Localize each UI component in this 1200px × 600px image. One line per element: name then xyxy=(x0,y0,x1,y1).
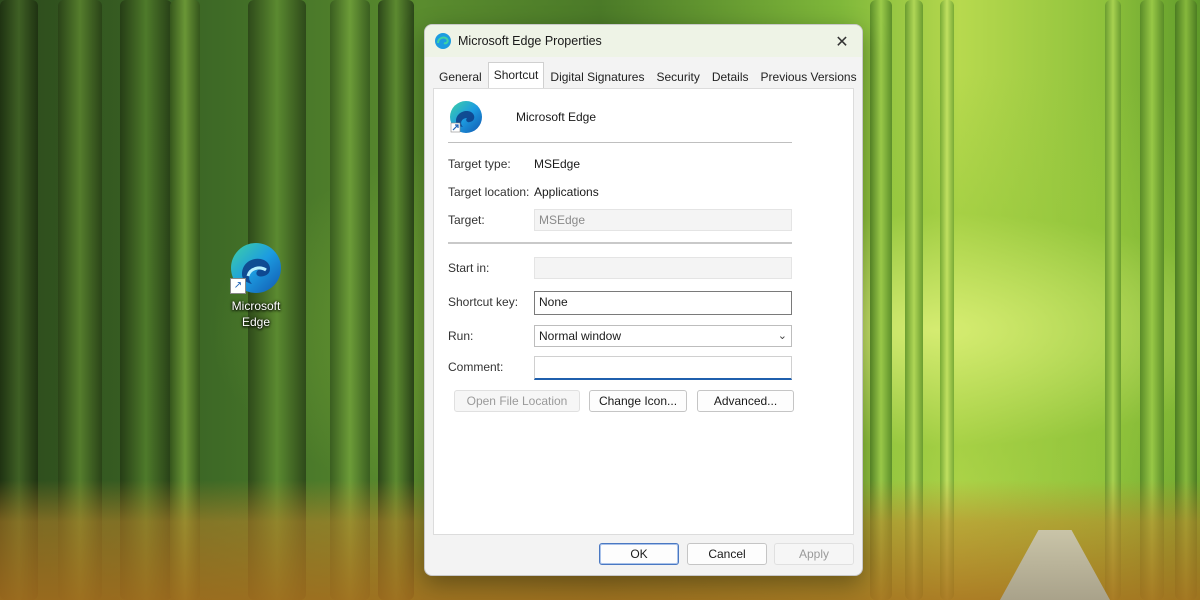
tab-details[interactable]: Details xyxy=(706,65,755,89)
close-button[interactable]: ✕ xyxy=(822,25,862,57)
tab-previous-versions[interactable]: Previous Versions xyxy=(755,65,862,89)
tab-digital-signatures[interactable]: Digital Signatures xyxy=(544,65,650,89)
ok-button[interactable]: OK xyxy=(599,543,679,565)
edge-logo-icon: ↗ xyxy=(228,240,284,296)
title-bar: Microsoft Edge Properties ✕ xyxy=(425,25,862,57)
tab-strip: General Shortcut Digital Signatures Secu… xyxy=(433,62,862,89)
run-label: Run: xyxy=(448,329,474,343)
comment-label: Comment: xyxy=(448,360,504,374)
target-label: Target: xyxy=(448,213,485,227)
advanced-button[interactable]: Advanced... xyxy=(697,390,794,412)
start-in-field[interactable] xyxy=(534,257,792,279)
target-type-label: Target type: xyxy=(448,157,511,171)
apply-button[interactable]: Apply xyxy=(774,543,854,565)
tab-general[interactable]: General xyxy=(433,65,488,89)
run-select[interactable]: Normal window ⌄ xyxy=(534,325,792,347)
edge-logo-icon xyxy=(450,101,482,133)
cancel-button[interactable]: Cancel xyxy=(687,543,767,565)
open-file-location-button[interactable]: Open File Location xyxy=(454,390,580,412)
desktop-icon-label: Microsoft Edge xyxy=(231,299,281,329)
chevron-down-icon: ⌄ xyxy=(777,330,787,342)
tab-security[interactable]: Security xyxy=(650,65,705,89)
properties-dialog: Microsoft Edge Properties ✕ General Shor… xyxy=(424,24,863,576)
target-location-label: Target location: xyxy=(448,185,530,199)
shortcut-key-field[interactable]: None xyxy=(534,291,792,315)
target-type-value: MSEdge xyxy=(534,157,581,171)
shortcut-panel: Microsoft Edge Target type: MSEdge Targe… xyxy=(433,88,854,535)
edge-logo-icon xyxy=(435,33,451,49)
dialog-title: Microsoft Edge Properties xyxy=(458,34,602,48)
shortcut-arrow-icon: ↗ xyxy=(230,278,246,294)
separator xyxy=(448,142,792,143)
target-field[interactable]: MSEdge xyxy=(534,209,792,231)
shortcut-key-label: Shortcut key: xyxy=(448,295,519,309)
tab-shortcut[interactable]: Shortcut xyxy=(487,62,545,89)
run-select-value: Normal window xyxy=(539,329,622,343)
close-icon: ✕ xyxy=(835,31,849,51)
comment-field[interactable] xyxy=(534,356,792,380)
target-location-value: Applications xyxy=(534,185,599,199)
separator xyxy=(448,242,792,244)
start-in-label: Start in: xyxy=(448,261,490,275)
app-name: Microsoft Edge xyxy=(516,110,597,124)
desktop-shortcut-edge[interactable]: ↗ Microsoft Edge xyxy=(222,240,290,330)
change-icon-button[interactable]: Change Icon... xyxy=(589,390,687,412)
